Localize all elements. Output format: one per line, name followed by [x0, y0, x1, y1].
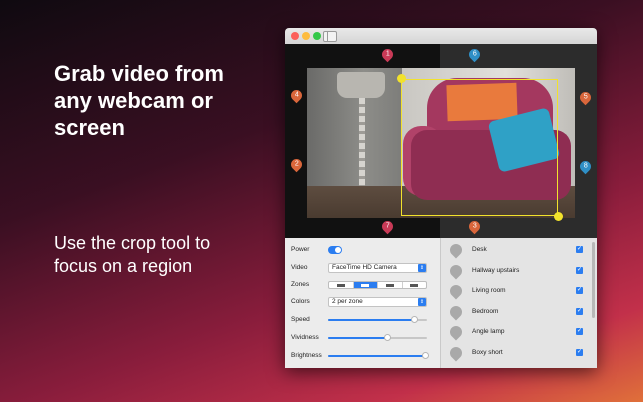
zoom-button[interactable] — [313, 32, 321, 40]
brightness-slider[interactable] — [328, 352, 429, 359]
crop-handle-top-left[interactable] — [397, 74, 406, 83]
colors-row: Colors 2 per zone ⇕ — [291, 296, 436, 308]
crop-rectangle[interactable] — [401, 79, 558, 216]
speed-slider[interactable] — [328, 316, 427, 323]
video-label: Video — [291, 264, 308, 271]
power-row: Power — [291, 244, 436, 256]
slider-knob[interactable] — [383, 334, 391, 341]
map-pin-icon — [447, 282, 465, 300]
map-pin-icon — [447, 323, 465, 341]
brightness-row: Brightness — [291, 350, 436, 362]
zone-name: Desk — [472, 246, 487, 253]
video-select-value: FaceTime HD Camera — [332, 264, 397, 271]
zone-checkbox[interactable]: ✓ — [576, 307, 583, 315]
colors-label: Colors — [291, 298, 310, 305]
title-bar — [285, 28, 597, 44]
zone-name: Living room — [472, 287, 506, 294]
zone-checkbox[interactable]: ✓ — [576, 287, 583, 294]
zone-checkbox[interactable]: ✓ — [576, 328, 583, 335]
map-pin-icon — [447, 303, 465, 320]
colors-select-value: 2 per zone — [332, 298, 363, 305]
vividness-slider[interactable] — [328, 334, 427, 341]
vividness-label: Vividness — [291, 334, 319, 341]
zone-pin-marker[interactable]: 7 — [379, 218, 396, 235]
zone-list-item[interactable]: Boxy short ✓ — [441, 343, 589, 363]
speed-row: Speed — [291, 314, 436, 326]
promo-subline: Use the crop tool to focus on a region — [54, 233, 211, 276]
chevron-updown-icon: ⇕ — [418, 264, 426, 272]
promo-headline: Grab video from any webcam or screen — [54, 61, 224, 140]
zones-option-3[interactable] — [378, 282, 403, 288]
zone-name: Boxy short — [472, 348, 503, 356]
video-row: Video FaceTime HD Camera ⇕ — [291, 262, 436, 274]
lamp-shade — [337, 72, 385, 98]
zone-checkbox[interactable]: ✓ — [576, 348, 583, 356]
video-select[interactable]: FaceTime HD Camera ⇕ — [328, 263, 427, 273]
zones-option-4[interactable] — [403, 282, 427, 288]
map-pin-icon — [447, 241, 465, 259]
zones-scrollbar[interactable] — [592, 242, 595, 318]
controls-panel: Power Video FaceTime HD Camera ⇕ Zones C… — [285, 238, 440, 368]
speed-label: Speed — [291, 316, 310, 323]
zone-checkbox[interactable]: ✓ — [576, 266, 583, 274]
map-pin-icon — [447, 262, 465, 279]
zones-option-2[interactable] — [353, 282, 378, 288]
colors-select[interactable]: 2 per zone ⇕ — [328, 297, 427, 307]
zone-name: Hallway upstairs — [472, 266, 520, 274]
zone-list-item[interactable]: Angle lamp ✓ — [441, 322, 589, 342]
zone-checkbox[interactable]: ✓ — [576, 246, 583, 253]
zones-label: Zones — [291, 281, 310, 288]
app-window: 1 6 4 5 2 8 7 3 Power Video FaceTime HD … — [285, 28, 597, 368]
vividness-row: Vividness — [291, 332, 436, 344]
close-button[interactable] — [291, 32, 299, 40]
zone-list-item[interactable]: Living room ✓ — [441, 281, 589, 301]
zone-pin-marker[interactable]: 1 — [379, 46, 396, 63]
brightness-label: Brightness — [291, 352, 322, 359]
video-preview[interactable]: 1 6 4 5 2 8 7 3 — [285, 44, 597, 238]
zones-row: Zones — [291, 279, 436, 291]
minimize-button[interactable] — [302, 32, 310, 40]
slider-knob[interactable] — [421, 352, 429, 359]
zones-list: Desk ✓ Hallway upstairs ✓ Living room ✓ Bedroo… — [440, 238, 597, 368]
slider-knob[interactable] — [410, 316, 418, 323]
zone-name: Bedroom — [472, 307, 499, 315]
zones-option-1[interactable] — [329, 282, 354, 288]
zone-list-item[interactable]: Hallway upstairs ✓ — [441, 261, 589, 281]
zone-pin-marker[interactable]: 4 — [288, 87, 305, 104]
zone-list-item[interactable]: Bedroom ✓ — [441, 302, 589, 322]
power-label: Power — [291, 246, 310, 253]
zone-list-item[interactable]: Desk ✓ — [441, 240, 589, 260]
zone-name: Angle lamp — [472, 328, 505, 335]
zones-segmented-control — [328, 281, 427, 289]
zone-pin-marker[interactable]: 2 — [288, 156, 305, 173]
map-pin-icon — [447, 344, 465, 361]
crop-handle-bottom-right[interactable] — [554, 212, 563, 221]
chevron-updown-icon: ⇕ — [418, 298, 426, 306]
power-toggle[interactable] — [328, 246, 342, 254]
sidebar-toggle-icon[interactable] — [323, 31, 337, 42]
